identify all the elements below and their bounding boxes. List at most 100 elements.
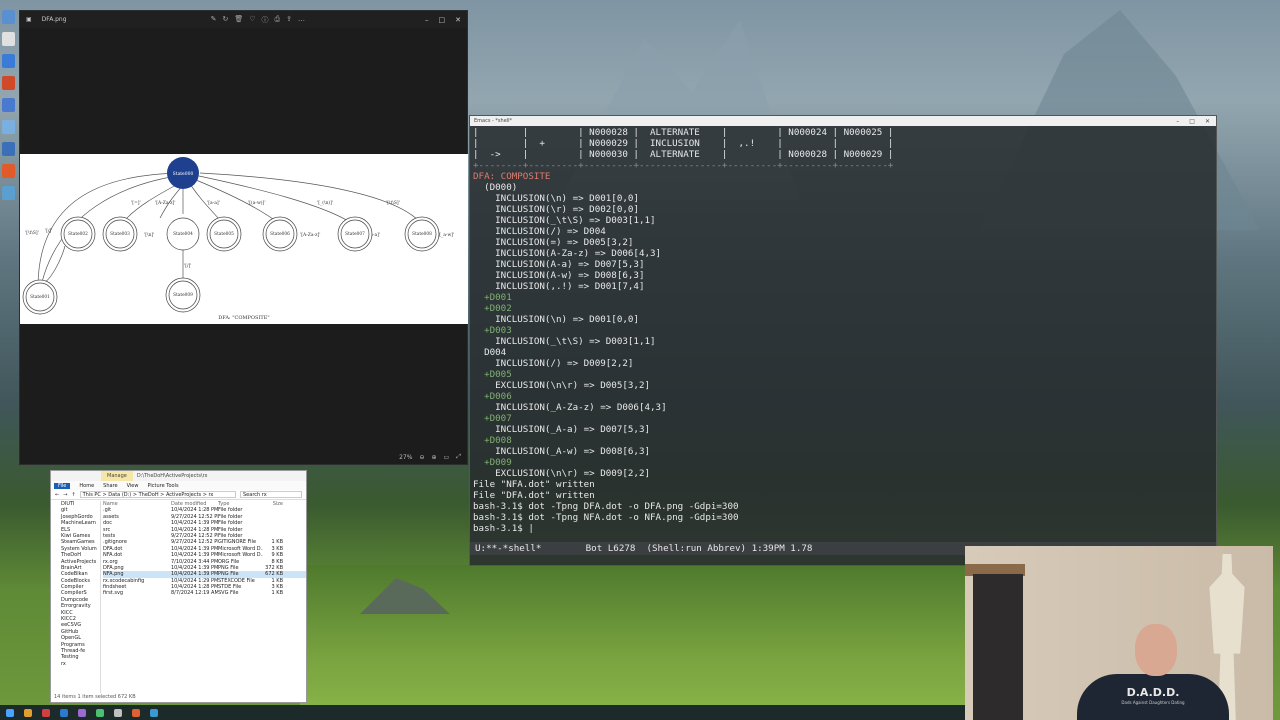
back-icon[interactable]: ←: [55, 492, 59, 498]
shell-line: EXCLUSION(\n\r) => D005[3,2]: [473, 380, 651, 391]
info-icon[interactable]: ⓘ: [262, 15, 269, 25]
desktop-app-icon[interactable]: [2, 142, 15, 156]
file-date: 8/7/2024 12:19 AM: [171, 590, 218, 597]
photos-app-icon: ▣: [26, 16, 32, 23]
shell-line: +D008: [473, 435, 512, 446]
file-size: 1 KB: [271, 590, 283, 597]
emacs-titlebar[interactable]: Emacs - *shell* – □ ✕: [470, 116, 1216, 126]
address-bar[interactable]: This PC > Data (D:) > TheDoH > ActivePro…: [79, 491, 236, 498]
shell-line: | | | N000028 | ALTERNATE | | N000024 | …: [473, 127, 894, 138]
desktop-app-icon[interactable]: [2, 186, 15, 200]
desktop-app-icon[interactable]: [2, 10, 15, 24]
webcam-overlay: D.A.D.D. Dads Against Daughters Dating: [965, 546, 1273, 720]
app-icon[interactable]: [132, 708, 140, 717]
up-icon[interactable]: ↑: [71, 492, 75, 498]
zoom-in-icon[interactable]: ⊕: [431, 454, 436, 461]
explorer-titlebar[interactable]: Manage D:\TheDoH\ActiveProjects\rx: [51, 471, 306, 481]
explorer-ribbon: File Home Share View Picture Tools: [51, 481, 306, 490]
ribbon-tab-share[interactable]: Share: [103, 483, 117, 489]
app-icon[interactable]: [150, 708, 158, 717]
shell-line: INCLUSION(\n) => D001[0,0]: [473, 314, 639, 325]
fit-icon[interactable]: ▭: [444, 454, 450, 461]
shell-line: INCLUSION(\r) => D002[0,0]: [473, 204, 639, 215]
state-label: State005: [214, 232, 234, 237]
desktop-app-icon[interactable]: [2, 164, 15, 178]
edge-label: '[\n]': [144, 232, 154, 238]
zoom-out-icon[interactable]: ⊖: [419, 454, 424, 461]
desktop-app-icon[interactable]: [2, 76, 15, 90]
app-icon[interactable]: [114, 708, 122, 717]
photo-viewer-title: DFA.png: [41, 16, 67, 23]
dfa-start-state: State000: [167, 157, 199, 189]
app-icon[interactable]: [96, 708, 104, 717]
close-icon[interactable]: ✕: [455, 16, 461, 24]
edge-label: '[\t\S]': [386, 200, 400, 206]
desktop-app-icon[interactable]: [2, 54, 15, 68]
shell-line: INCLUSION(A-w) => D008[6,3]: [473, 270, 645, 281]
edge-label: '[\t\S]': [25, 230, 39, 236]
desktop-app-icon[interactable]: [2, 98, 15, 112]
minimize-icon[interactable]: –: [425, 16, 429, 24]
edge-label: '[/]': [184, 263, 192, 269]
favorite-icon[interactable]: ♡: [249, 15, 255, 25]
shell-line: File "DFA.dot" written: [473, 490, 595, 501]
file-name: first.svg: [103, 590, 124, 597]
state-label: State008: [412, 232, 432, 237]
diagram-caption: DFA: "COMPOSITE": [218, 315, 269, 321]
rotate-icon[interactable]: ↻: [222, 15, 228, 25]
shell-line: bash-3.1$ dot -Tpng DFA.dot -o DFA.png -…: [473, 501, 739, 512]
shell-line: bash-3.1$ dot -Tpng NFA.dot -o NFA.png -…: [473, 512, 739, 523]
fullscreen-icon[interactable]: ⤢: [456, 453, 461, 461]
shell-line: INCLUSION(\n) => D001[0,0]: [473, 193, 639, 204]
start-icon[interactable]: [6, 708, 14, 717]
shell-line: INCLUSION(_A-w) => D008[6,3]: [473, 446, 651, 457]
forward-icon[interactable]: →: [63, 492, 67, 498]
ribbon-tab-view[interactable]: View: [127, 483, 139, 489]
close-icon[interactable]: ✕: [1205, 118, 1210, 125]
minimize-icon[interactable]: –: [1176, 118, 1179, 125]
streamer-head: [1135, 624, 1177, 676]
search-input[interactable]: Search rx: [240, 491, 302, 498]
shell-line: DFA: COMPOSITE: [473, 171, 551, 182]
print-icon[interactable]: ⎙: [275, 15, 281, 25]
window-controls: – □ ✕: [1176, 118, 1216, 125]
maximize-icon[interactable]: □: [439, 16, 446, 24]
state-label: State006: [270, 232, 290, 237]
desktop-icon-column: [0, 10, 16, 208]
delete-icon[interactable]: 🗑: [234, 15, 243, 25]
shell-line: INCLUSION(_A-a) => D007[5,3]: [473, 424, 651, 435]
nav-item[interactable]: rx: [51, 661, 100, 667]
ribbon-tab-picture-tools[interactable]: Picture Tools: [147, 483, 178, 489]
shell-line: File "NFA.dot" written: [473, 479, 595, 490]
share-icon[interactable]: ⇪: [286, 15, 292, 25]
shell-line: INCLUSION(/) => D009[2,2]: [473, 358, 634, 369]
maximize-icon[interactable]: □: [1189, 118, 1195, 125]
app-icon[interactable]: [24, 708, 32, 717]
desktop-app-icon[interactable]: [2, 32, 15, 46]
more-icon[interactable]: …: [298, 15, 305, 25]
desktop-app-icon[interactable]: [2, 120, 15, 134]
shell-buffer[interactable]: | | | N000028 | ALTERNATE | | N000024 | …: [473, 127, 1215, 534]
shell-line: +D005: [473, 369, 512, 380]
edge-label: '[A-Za-z]': [300, 232, 320, 238]
shell-line: D004: [473, 347, 507, 358]
state-label: State002: [68, 232, 88, 237]
app-icon[interactable]: [42, 708, 50, 717]
edit-icon[interactable]: ✎: [211, 15, 217, 25]
zoom-level: 27%: [399, 453, 413, 461]
edge-label: '[_a-w]': [438, 232, 454, 238]
photo-viewer-titlebar[interactable]: ▣ DFA.png ✎ ↻ 🗑 ♡ ⓘ ⎙ ⇪ … – □ ✕: [20, 11, 467, 28]
photo-viewer-statusbar: 27% ⊖ ⊕ ▭ ⤢: [20, 450, 467, 464]
ribbon-tab-file[interactable]: File: [54, 482, 71, 489]
state-label: State001: [30, 295, 50, 300]
app-icon[interactable]: [78, 708, 86, 717]
shell-line: (D000): [473, 182, 518, 193]
ribbon-tab-home[interactable]: Home: [79, 483, 94, 489]
shirt-text: D.A.D.D.: [1126, 686, 1180, 699]
file-row[interactable]: first.svg 8/7/2024 12:19 AM SVG File 1 KB: [103, 590, 306, 596]
shell-line: +D006: [473, 391, 512, 402]
edge-label: '[a-a]': [207, 200, 220, 206]
app-icon[interactable]: [60, 708, 68, 717]
file-type: SVG File: [218, 590, 239, 597]
manage-tab[interactable]: Manage: [101, 471, 133, 481]
